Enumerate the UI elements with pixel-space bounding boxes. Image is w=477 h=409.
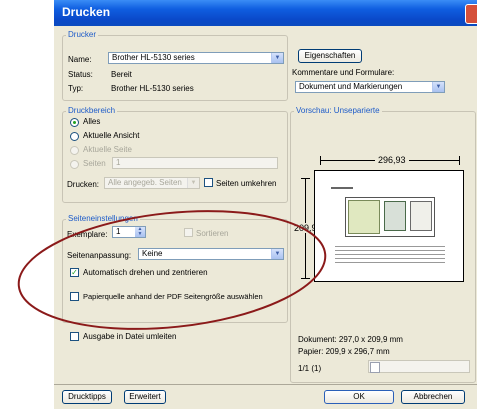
copies-stepper[interactable]: 1 ▲ ▼: [112, 226, 146, 238]
window-title: Drucken: [62, 5, 111, 19]
page-scrollbar-thumb[interactable]: [370, 362, 380, 373]
range-pages-input[interactable]: 1: [112, 157, 278, 169]
print-range-group-title: Druckbereich: [66, 106, 118, 116]
page-setup-group-title: Seiteneinstellungen: [66, 214, 140, 224]
printer-group-title: Drucker: [66, 30, 99, 40]
collate-checkbox[interactable]: [184, 228, 193, 237]
print-subset-value: Alle angegeb. Seiten: [108, 178, 182, 187]
width-dimension-tick-left: [320, 156, 321, 165]
printer-name-value: Brother HL-5130 series: [112, 53, 195, 62]
print-tips-button[interactable]: Drucktipps: [62, 390, 112, 404]
width-dimension-tick-right: [459, 156, 460, 165]
printer-type-label: Typ:: [68, 84, 84, 93]
page-counter-text: 1/1 (1): [298, 364, 322, 373]
advanced-button[interactable]: Erweitert: [124, 390, 166, 404]
cancel-button[interactable]: Abbrechen: [401, 390, 465, 404]
auto-rotate-label: Automatisch drehen und zentrieren: [83, 268, 208, 277]
chevron-down-icon: ▼: [187, 178, 199, 188]
reverse-pages-label: Seiten umkehren: [216, 179, 277, 188]
comments-select[interactable]: Dokument und Markierungen ▼: [295, 81, 445, 93]
comments-value: Dokument und Markierungen: [299, 82, 403, 91]
range-current-page-label: Aktuelle Seite: [83, 145, 132, 154]
collate-label: Sortieren: [196, 229, 229, 238]
paper-source-label: Papierquelle anhand der PDF Seitengröße …: [83, 292, 263, 301]
print-to-file-label: Ausgabe in Datei umleiten: [83, 332, 177, 341]
preview-group-title: Vorschau: Unseparierte: [294, 106, 382, 116]
properties-button[interactable]: Eigenschaften: [298, 49, 362, 63]
range-all-radio[interactable]: [70, 118, 79, 127]
print-subset-label: Drucken:: [67, 180, 100, 189]
print-subset-select[interactable]: Alle angegeb. Seiten ▼: [104, 177, 200, 189]
printer-name-label: Name:: [68, 55, 92, 64]
range-current-view-radio[interactable]: [70, 132, 79, 141]
page-scrollbar[interactable]: [368, 360, 470, 373]
range-current-page-radio[interactable]: [70, 146, 79, 155]
chevron-down-icon: ▼: [432, 82, 444, 92]
preview-picture: [384, 201, 406, 231]
scaling-select[interactable]: Keine ▼: [138, 248, 284, 260]
stepper-arrows-icon[interactable]: ▲ ▼: [135, 227, 145, 237]
range-all-label: Alles: [83, 117, 101, 126]
scaling-label: Seitenanpassung:: [67, 251, 132, 260]
preview-image-right: [410, 201, 432, 231]
print-dialog: Drucken Drucker Name: Brother HL-5130 se…: [54, 0, 477, 409]
title-bar[interactable]: Drucken: [54, 0, 477, 26]
ok-button[interactable]: OK: [324, 390, 394, 404]
close-icon[interactable]: [465, 4, 477, 24]
comments-label: Kommentare und Formulare:: [292, 68, 395, 77]
range-pages-value: 1: [116, 158, 121, 167]
copies-label: Exemplare:: [67, 230, 108, 239]
preview-header-line: [331, 187, 353, 189]
range-pages-radio[interactable]: [70, 160, 79, 169]
paper-source-checkbox[interactable]: [70, 292, 79, 301]
document-size-text: Dokument: 297,0 x 209,9 mm: [298, 335, 403, 344]
height-dimension-tick-top: [301, 178, 310, 179]
preview-screenshot: [348, 200, 380, 234]
printer-status-value: Bereit: [111, 70, 132, 79]
height-dimension-tick-bottom: [301, 278, 310, 279]
scaling-value: Keine: [142, 249, 163, 258]
range-current-view-label: Aktuelle Ansicht: [83, 131, 140, 140]
preview-page: [314, 170, 464, 282]
footer-separator: [54, 384, 477, 385]
chevron-down-icon: ▼: [271, 53, 283, 63]
chevron-down-icon: ▼: [271, 249, 283, 259]
radio-selected-dot: [73, 121, 76, 124]
preview-inner-box: [345, 197, 435, 237]
copies-value: 1: [116, 227, 121, 236]
printer-name-select[interactable]: Brother HL-5130 series ▼: [108, 52, 284, 64]
width-dimension-value: 296,93: [375, 155, 409, 165]
print-to-file-checkbox[interactable]: [70, 332, 79, 341]
paper-size-text: Papier: 209,9 x 296,7 mm: [298, 347, 390, 356]
printer-type-value: Brother HL-5130 series: [111, 84, 194, 93]
range-pages-label: Seiten: [83, 159, 106, 168]
reverse-pages-checkbox[interactable]: [204, 178, 213, 187]
printer-status-label: Status:: [68, 70, 93, 79]
auto-rotate-checkbox[interactable]: ✓: [70, 268, 79, 277]
preview-text-lines: [335, 243, 445, 265]
